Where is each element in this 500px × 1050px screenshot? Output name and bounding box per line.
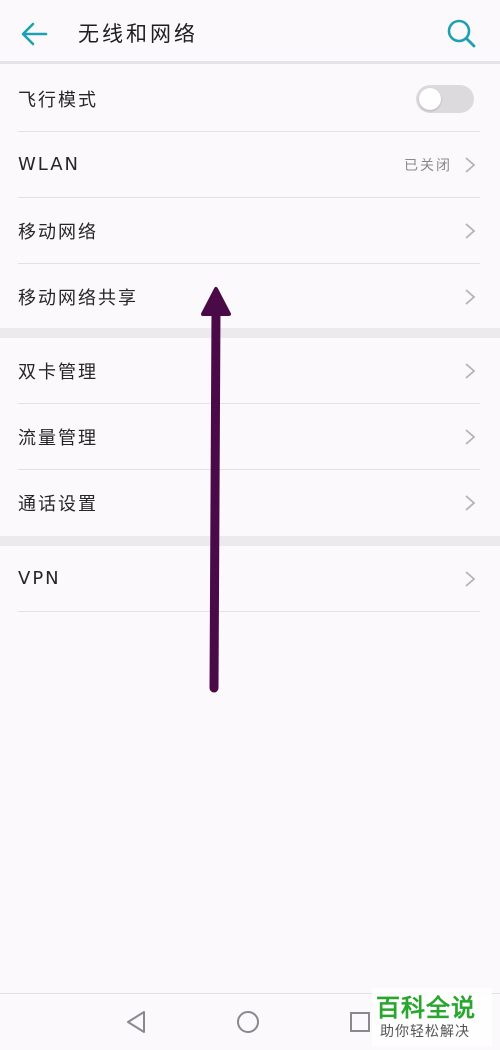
chevron-right-icon — [465, 363, 476, 379]
settings-group-network: 飞行模式 WLAN 已关闭 移动网络 移动网络共享 — [0, 66, 500, 330]
settings-group-sim: 双卡管理 流量管理 通话设置 — [0, 338, 500, 536]
chevron-right-icon — [465, 495, 476, 511]
setting-label: 移动网络共享 — [18, 288, 138, 309]
chevron-right-icon — [465, 157, 476, 173]
square-recents-icon[interactable] — [346, 1008, 374, 1036]
setting-value: 已关闭 — [404, 157, 452, 174]
arrow-left-icon[interactable] — [18, 18, 50, 50]
setting-data-usage[interactable]: 流量管理 — [18, 404, 480, 470]
setting-label: 通话设置 — [18, 494, 98, 515]
setting-call-settings[interactable]: 通话设置 — [18, 470, 480, 536]
chevron-right-icon — [465, 429, 476, 445]
setting-airplane-mode[interactable]: 飞行模式 — [18, 66, 480, 132]
triangle-back-icon[interactable] — [122, 1008, 150, 1036]
setting-label: 双卡管理 — [18, 361, 98, 383]
chevron-right-icon — [465, 289, 476, 305]
setting-tethering[interactable]: 移动网络共享 — [18, 264, 480, 330]
setting-label: 流量管理 — [18, 427, 98, 449]
setting-vpn[interactable]: VPN — [18, 546, 480, 612]
setting-label: 飞行模式 — [18, 89, 98, 111]
page-title: 无线和网络 — [78, 22, 198, 46]
section-divider — [0, 536, 500, 546]
section-divider — [0, 328, 500, 338]
setting-wlan[interactable]: WLAN 已关闭 — [18, 132, 480, 198]
airplane-mode-toggle[interactable] — [416, 85, 474, 113]
watermark: 百科全说 助你轻松解决 — [372, 988, 492, 1046]
chevron-right-icon — [465, 571, 476, 587]
circle-home-icon[interactable] — [234, 1008, 262, 1036]
setting-label: WLAN — [18, 154, 81, 175]
setting-label: VPN — [18, 568, 61, 589]
setting-label: 移动网络 — [18, 221, 98, 243]
search-icon[interactable] — [444, 16, 478, 50]
watermark-subtitle: 助你轻松解决 — [380, 1024, 470, 1040]
chevron-right-icon — [465, 223, 476, 239]
setting-dual-sim[interactable]: 双卡管理 — [18, 338, 480, 404]
watermark-title: 百科全说 — [376, 994, 476, 1022]
toggle-knob — [419, 88, 441, 110]
app-header: 无线和网络 — [0, 0, 500, 64]
setting-mobile-network[interactable]: 移动网络 — [18, 198, 480, 264]
settings-group-vpn: VPN — [0, 546, 500, 612]
